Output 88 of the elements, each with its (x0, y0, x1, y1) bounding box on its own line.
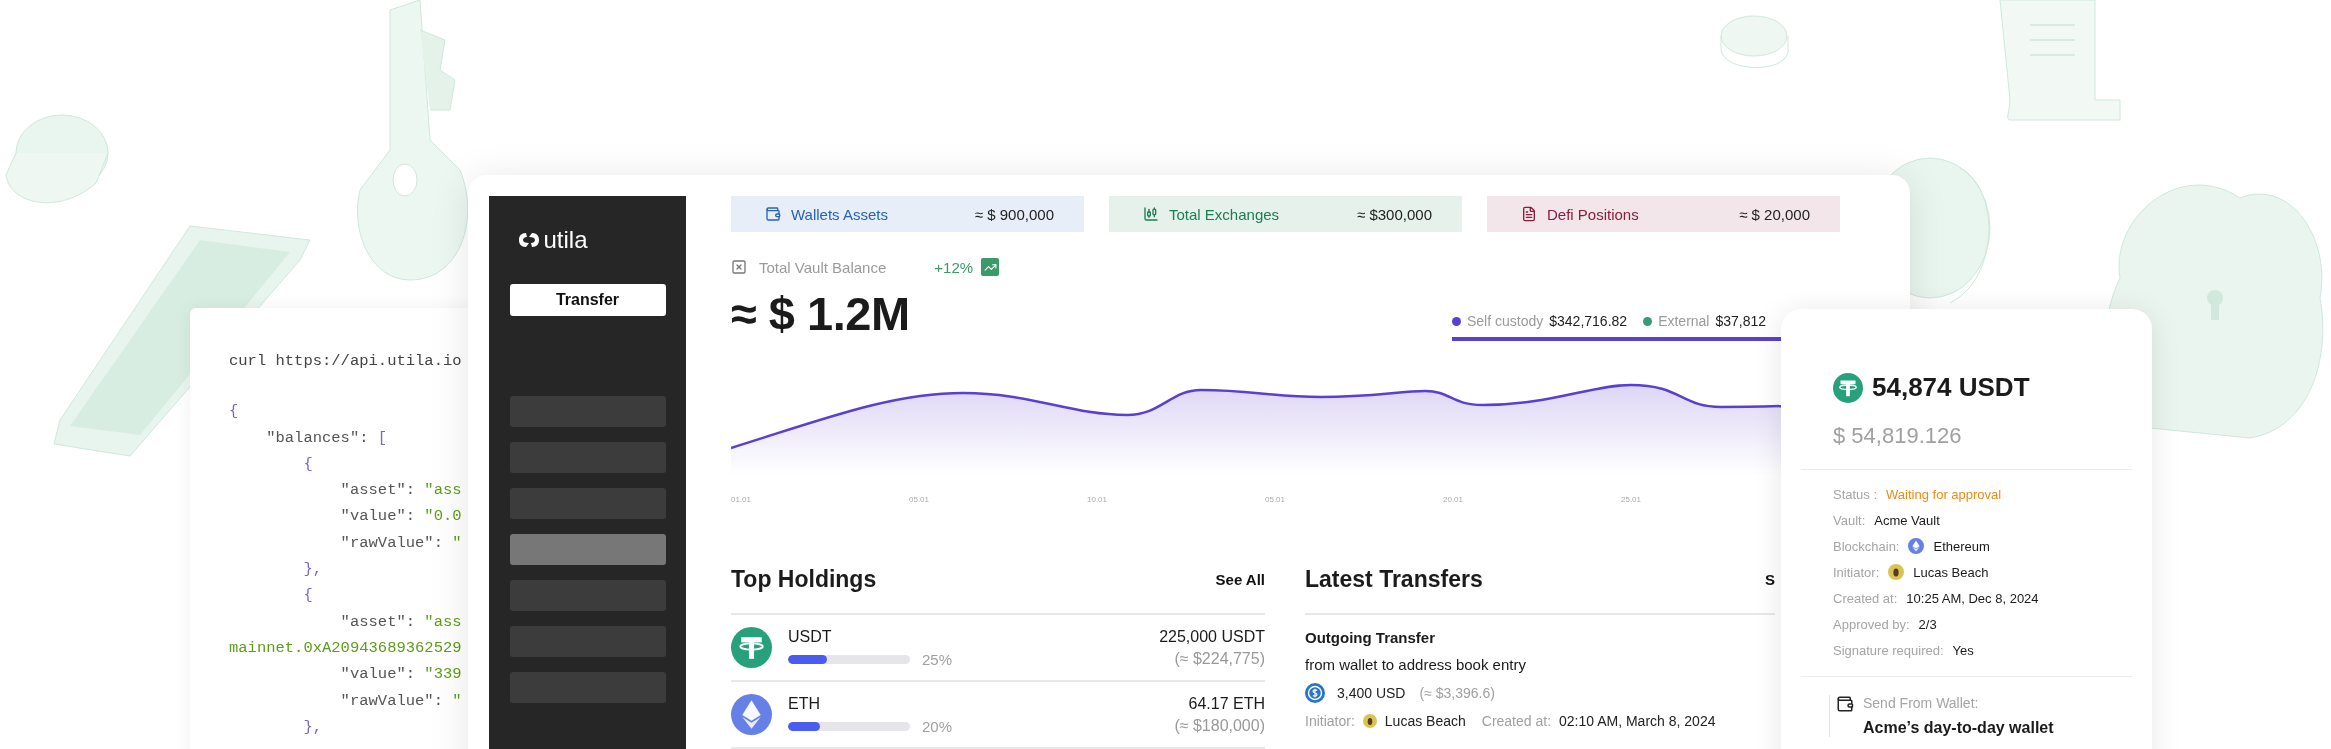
asset-amount: 64.17 ETH (1188, 694, 1265, 713)
axis-label: 10.01 (1087, 495, 1109, 504)
see-all-link[interactable]: S (1765, 571, 1775, 588)
field-value: Ethereum (1933, 538, 1990, 554)
transfer-description: from wallet to address book entry (1305, 656, 1527, 673)
created-value: 02:10 AM, March 8, 2024 (1559, 713, 1716, 729)
legend-label: External (1658, 313, 1710, 329)
avatar-icon (1362, 714, 1377, 728)
code-line: "asset": "ass (339, 480, 462, 502)
balance-value: ≈ $ 1.2M (731, 286, 910, 341)
initiator-name: Lucas Beach (1384, 713, 1466, 729)
axis-label: 05.01 (909, 495, 931, 504)
transfer-usd: (≈ $3,396.6) (1419, 685, 1495, 701)
code-line: { (302, 453, 313, 475)
code-line: { (302, 585, 313, 607)
field-label: Status : (1833, 486, 1878, 502)
transfer-title: Outgoing Transfer (1305, 629, 1436, 646)
trend-up-icon (981, 258, 1000, 276)
code-line: "asset": "ass (339, 611, 462, 633)
transfer-button[interactable]: Transfer (509, 284, 666, 316)
asset-value: (≈ $224,775) (1174, 649, 1265, 668)
share-text: 25% (922, 650, 953, 668)
field-value: Lucas Beach (1913, 564, 1989, 580)
brand-name: utila (543, 226, 588, 254)
section-title: Top Holdings (731, 566, 877, 593)
tether-icon (1833, 372, 1863, 403)
field-value: 2/3 (1918, 616, 1937, 632)
field-value: Yes (1952, 642, 1974, 658)
axis-label: 05.01 (1265, 495, 1287, 504)
card-label: Total Exchanges (1169, 205, 1281, 223)
field-value: Acme Vault (1874, 512, 1940, 528)
legend-value: $37,812 (1715, 313, 1767, 329)
vault-label: Total Vault Balance (759, 258, 887, 276)
card-value: ≈ $ 900,000 (974, 205, 1054, 223)
axis-label: 01.01 (731, 495, 753, 504)
code-line: "value": "339 (339, 664, 462, 686)
axis-label: 20.01 (1443, 495, 1465, 504)
asset-amount: 225,000 USDT (1159, 627, 1265, 646)
asset-name: ETH (788, 694, 821, 713)
code-line: }, (302, 716, 322, 738)
status-text: Waiting for approval (1886, 486, 2002, 502)
share-text: 20% (922, 717, 953, 735)
code-line: { (229, 401, 239, 423)
legend-label: Self custody (1467, 313, 1544, 329)
asset-name: USDT (788, 627, 833, 646)
logo-icon (517, 232, 540, 248)
avatar-icon (1888, 564, 1905, 580)
field-label: Signature required: (1833, 642, 1944, 658)
axis-label: 25.01 (1621, 495, 1643, 504)
card-label: Defi Positions (1547, 205, 1640, 223)
field-label: Approved by: (1833, 616, 1910, 632)
field-label: Vault: (1833, 512, 1866, 528)
card-label: Wallets Assets (791, 205, 889, 223)
code-line: curl https://api.utila.io (229, 351, 462, 372)
wallet-label: Send From Wallet: (1863, 695, 1980, 711)
created-label: Created at: (1481, 713, 1552, 729)
section-title: Latest Transfers (1305, 566, 1483, 593)
see-all-link[interactable]: See All (1215, 571, 1265, 588)
code-line: mainnet.0xA20943689362529 (229, 637, 462, 659)
code-line: "rawValue": " (339, 532, 462, 554)
document-icon (1521, 206, 1537, 222)
code-line: "rawValue": " (339, 690, 462, 712)
vault-icon (731, 259, 747, 275)
ethereum-icon (1908, 538, 1925, 554)
sidebar-item[interactable] (509, 534, 666, 565)
field-label: Initiator: (1833, 564, 1880, 580)
field-label: Blockchain: (1833, 538, 1900, 554)
wallet-icon (765, 206, 781, 222)
wallet-name: Acme’s day-to-day wallet (1863, 719, 2054, 737)
change-text: +12% (934, 258, 974, 276)
tether-icon (731, 627, 772, 668)
token-amount: 54,874 USDT (1872, 372, 2030, 403)
transfer-amount: 3,400 USD (1337, 685, 1406, 701)
card-value: ≈ $300,000 (1357, 205, 1432, 223)
dollar-coin-icon (1305, 683, 1325, 703)
field-label: Created at: (1833, 590, 1898, 606)
fiat-amount: $ 54,819.126 (1832, 423, 1963, 449)
legend-value: $342,716.82 (1549, 313, 1628, 329)
field-value: 10:25 AM, Dec 8, 2024 (1906, 590, 2039, 606)
wallet-icon (1836, 695, 1854, 713)
card-value: ≈ $ 20,000 (1739, 205, 1810, 223)
code-line: "value": "0.0 (339, 506, 462, 528)
code-line: "balances": [ (265, 427, 388, 449)
asset-value: (≈ $180,000) (1174, 716, 1265, 735)
candlestick-icon (1143, 206, 1159, 222)
code-line: }, (302, 559, 322, 581)
ethereum-icon (731, 694, 772, 735)
initiator-label: Initiator: (1305, 713, 1355, 729)
